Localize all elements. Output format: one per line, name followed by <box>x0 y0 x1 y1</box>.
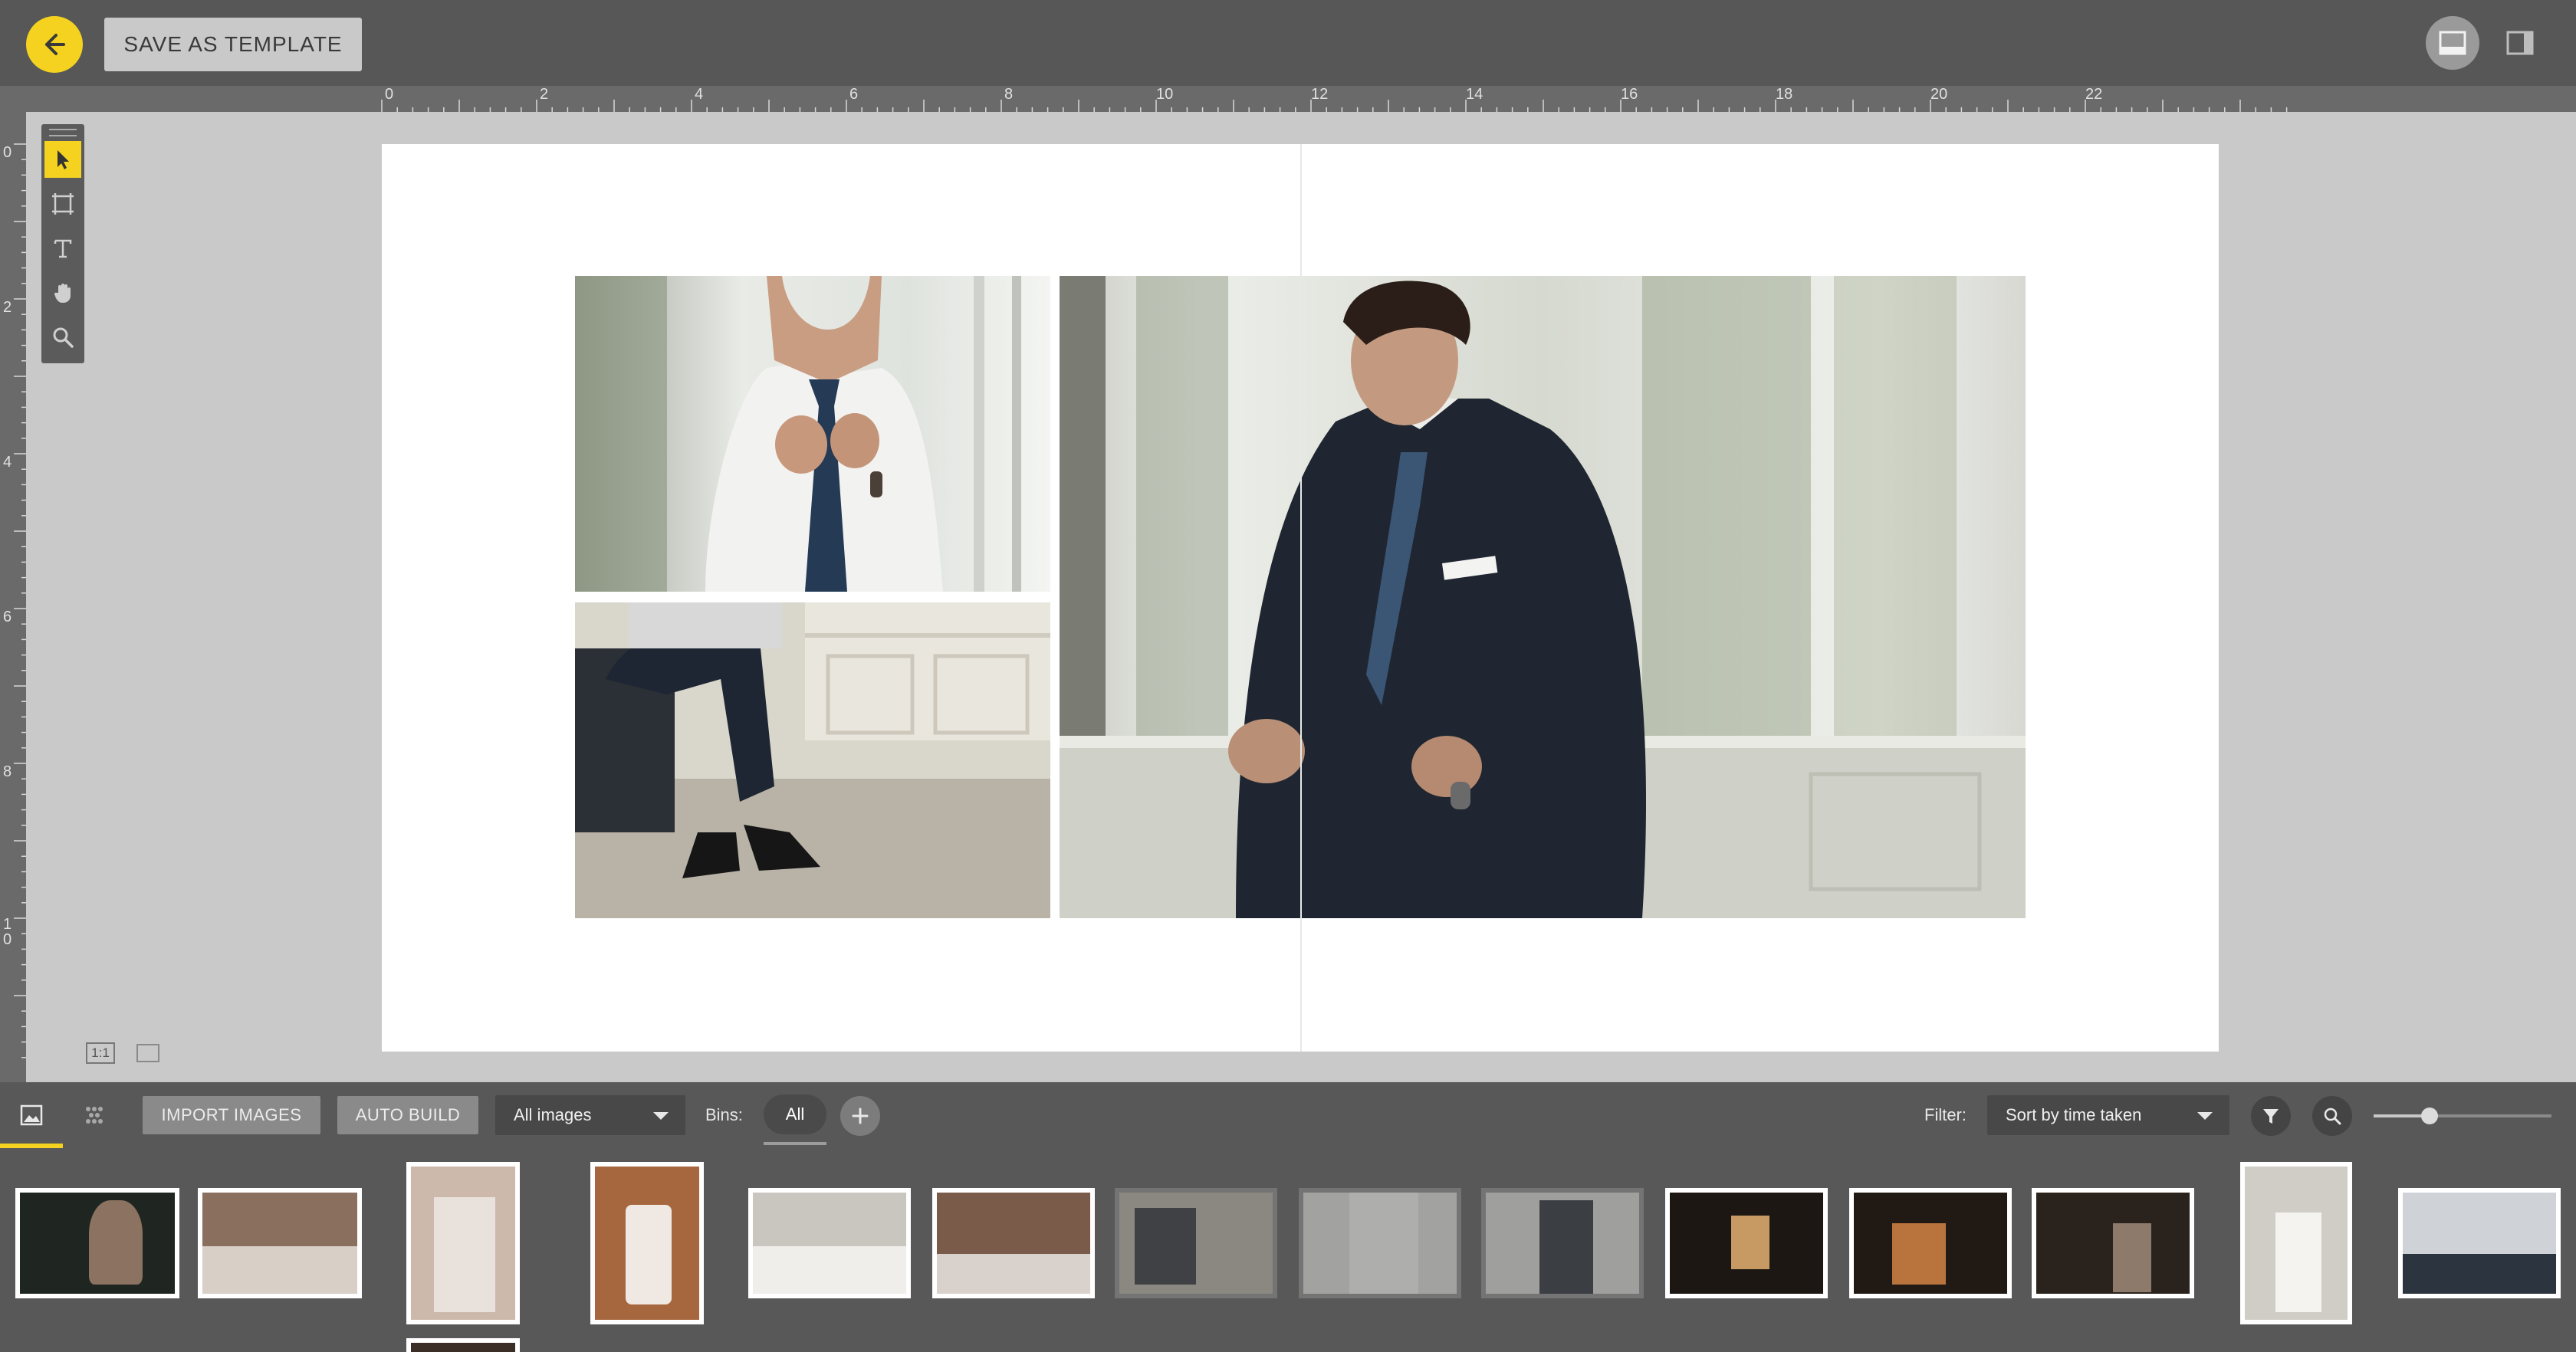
images-filter-value: All images <box>514 1105 592 1124</box>
bins-label: Bins: <box>705 1105 743 1124</box>
images-filter-select[interactable]: All images <box>495 1095 685 1135</box>
vertical-ruler: 0 2 4 6 8 1 0 <box>0 112 26 1082</box>
dots-grid-icon <box>86 1107 103 1124</box>
ruler-label: 2 <box>540 86 549 103</box>
ruler-label: 12 <box>1311 86 1329 103</box>
import-images-button[interactable]: IMPORT IMAGES <box>143 1096 320 1134</box>
ruler-label: 14 <box>1466 86 1484 103</box>
ruler-label: 8 <box>3 763 12 780</box>
thumbnail[interactable] <box>2240 1162 2352 1324</box>
chevron-down-icon <box>2197 1112 2213 1120</box>
side-panel-view-button[interactable] <box>2493 16 2547 70</box>
thumbnail[interactable] <box>1665 1188 1828 1298</box>
ruler-label: 0 <box>385 86 394 103</box>
add-bin-button[interactable] <box>840 1096 880 1136</box>
thumbnail[interactable] <box>15 1188 179 1298</box>
photo-frame-groom-tie[interactable] <box>575 276 1050 592</box>
back-button[interactable] <box>26 16 83 73</box>
tab-images[interactable] <box>0 1082 63 1148</box>
photo-groom-tie <box>575 276 1050 592</box>
tab-layouts[interactable] <box>63 1082 126 1148</box>
ruler-label: 4 <box>3 454 12 471</box>
ruler-label: 0 <box>3 144 12 161</box>
layout-side-panel-icon <box>2506 31 2534 55</box>
layout-bottom-panel-icon <box>2439 31 2466 55</box>
zoom-actual-size-button[interactable]: 1:1 <box>86 1042 115 1064</box>
photo-frame-groom-suit[interactable] <box>1060 276 2026 918</box>
image-icon <box>20 1104 43 1126</box>
thumbnail-size-slider-handle[interactable] <box>2421 1108 2438 1124</box>
thumbnail-used[interactable] <box>1299 1188 1461 1298</box>
thumbnail[interactable] <box>406 1162 520 1324</box>
ruler-label: 6 <box>849 86 859 103</box>
filter-label: Filter: <box>1924 1105 1967 1124</box>
thumbnail[interactable] <box>590 1162 704 1324</box>
funnel-icon <box>2263 1109 2279 1124</box>
sort-select-value: Sort by time taken <box>2006 1105 2142 1124</box>
thumbnail[interactable] <box>932 1188 1095 1298</box>
horizontal-ruler: 0 2 4 6 8 10 12 14 16 18 20 22 <box>0 86 2576 112</box>
text-icon <box>54 239 72 258</box>
hand-tool[interactable] <box>44 274 81 311</box>
top-bar: SAVE AS TEMPLATE <box>0 0 2576 86</box>
auto-build-button[interactable]: AUTO BUILD <box>337 1096 478 1134</box>
thumbnail[interactable] <box>1849 1188 2012 1298</box>
filter-button[interactable] <box>2251 1096 2291 1136</box>
bin-all-tab[interactable]: All <box>764 1094 826 1134</box>
thumbnail[interactable] <box>198 1188 362 1298</box>
select-tool[interactable] <box>44 141 81 178</box>
photo-groom-suit <box>1060 276 2026 918</box>
save-as-template-button[interactable]: SAVE AS TEMPLATE <box>104 18 362 71</box>
ruler-label: 18 <box>1776 86 1793 103</box>
ruler-label: 6 <box>3 609 12 625</box>
thumbnail[interactable] <box>406 1338 520 1352</box>
bottom-panel-view-button[interactable] <box>2426 16 2479 70</box>
thumbnail[interactable] <box>748 1188 911 1298</box>
ruler-label: 22 <box>2085 86 2103 103</box>
ruler-label: 20 <box>1930 86 1948 103</box>
thumbnail-used[interactable] <box>1115 1188 1277 1298</box>
ruler-label: 8 <box>1004 86 1014 103</box>
text-tool[interactable] <box>44 230 81 267</box>
ruler-label: 1 0 <box>3 916 12 948</box>
image-thumbnail-strip <box>0 1148 2576 1352</box>
zoom-tool[interactable] <box>44 319 81 356</box>
photo-frame-groom-shoes[interactable] <box>575 602 1050 918</box>
thumbnail[interactable] <box>2032 1188 2194 1298</box>
arrow-left-icon <box>45 34 65 55</box>
ruler-label: 2 <box>3 299 12 316</box>
zoom-icon <box>53 327 74 348</box>
palette-drag-handle[interactable] <box>49 129 77 136</box>
thumbnail[interactable] <box>2398 1188 2561 1298</box>
chevron-down-icon <box>653 1112 669 1120</box>
hand-icon <box>54 284 71 303</box>
frame-icon <box>52 193 74 215</box>
zoom-fit-page-button[interactable] <box>136 1044 159 1062</box>
bottom-toolbar: IMPORT IMAGES AUTO BUILD All images Bins… <box>0 1082 2576 1148</box>
search-button[interactable] <box>2312 1096 2352 1136</box>
spread-spine-line <box>1300 144 1302 1052</box>
pointer-icon <box>58 150 69 169</box>
frame-tool[interactable] <box>44 185 81 222</box>
tool-palette <box>41 124 84 363</box>
search-icon <box>2324 1108 2341 1125</box>
ruler-label: 4 <box>695 86 704 103</box>
ruler-label: 10 <box>1156 86 1174 103</box>
bin-all-active-indicator <box>764 1142 826 1145</box>
thumbnail-used[interactable] <box>1481 1188 1644 1298</box>
plus-icon <box>852 1108 869 1124</box>
ruler-label: 16 <box>1621 86 1638 103</box>
sort-select[interactable]: Sort by time taken <box>1987 1095 2229 1135</box>
photo-groom-shoes <box>575 602 1050 918</box>
